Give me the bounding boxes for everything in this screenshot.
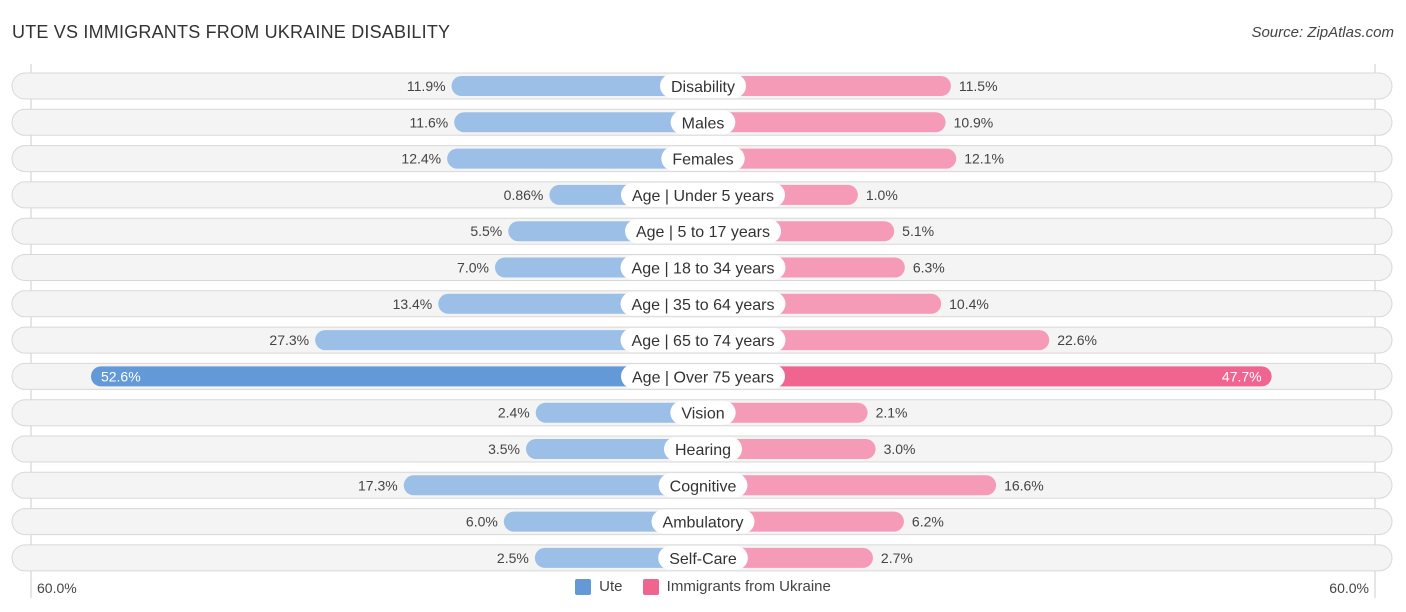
category-label: Males bbox=[682, 115, 725, 132]
category-label: Disability bbox=[671, 79, 735, 96]
legend-swatch-ute bbox=[575, 578, 592, 595]
value-label-immigrants-ukraine: 47.7% bbox=[1222, 368, 1262, 384]
legend-label-ute: Ute bbox=[599, 578, 623, 595]
value-label-immigrants-ukraine: 10.9% bbox=[954, 114, 994, 130]
value-label-ute: 2.4% bbox=[498, 405, 530, 421]
legend-item-ute[interactable]: Ute bbox=[575, 578, 622, 595]
value-label-ute: 7.0% bbox=[457, 260, 489, 276]
value-label-immigrants-ukraine: 12.1% bbox=[964, 151, 1004, 167]
category-label: Age | 18 to 34 years bbox=[632, 261, 775, 278]
bar-ute[interactable] bbox=[403, 475, 703, 496]
value-label-ute: 52.6% bbox=[101, 368, 141, 384]
value-label-ute: 12.4% bbox=[401, 151, 441, 167]
bar-immigrants-ukraine[interactable] bbox=[703, 366, 1272, 387]
value-label-immigrants-ukraine: 2.1% bbox=[876, 405, 908, 421]
legend-swatch-ukraine bbox=[642, 578, 659, 595]
category-label: Hearing bbox=[675, 442, 731, 459]
value-label-immigrants-ukraine: 6.3% bbox=[913, 260, 945, 276]
value-label-ute: 27.3% bbox=[269, 332, 309, 348]
value-label-ute: 0.86% bbox=[504, 187, 544, 203]
value-label-ute: 2.5% bbox=[497, 550, 529, 566]
value-label-immigrants-ukraine: 1.0% bbox=[866, 187, 898, 203]
category-label: Age | 5 to 17 years bbox=[636, 224, 770, 241]
value-label-immigrants-ukraine: 2.7% bbox=[881, 550, 913, 566]
category-label: Females bbox=[672, 152, 733, 169]
value-label-immigrants-ukraine: 16.6% bbox=[1004, 477, 1044, 493]
value-label-immigrants-ukraine: 5.1% bbox=[902, 223, 934, 239]
value-label-immigrants-ukraine: 22.6% bbox=[1057, 332, 1097, 348]
bar-ute[interactable] bbox=[454, 112, 703, 133]
value-label-ute: 13.4% bbox=[393, 296, 433, 312]
legend: Ute Immigrants from Ukraine bbox=[0, 578, 1406, 599]
category-label: Age | 65 to 74 years bbox=[632, 333, 775, 350]
legend-item-ukraine[interactable]: Immigrants from Ukraine bbox=[642, 578, 831, 595]
category-label: Age | 35 to 64 years bbox=[632, 297, 775, 314]
value-label-immigrants-ukraine: 6.2% bbox=[912, 514, 944, 530]
value-label-immigrants-ukraine: 3.0% bbox=[884, 441, 916, 457]
value-label-immigrants-ukraine: 10.4% bbox=[949, 296, 989, 312]
value-label-ute: 5.5% bbox=[470, 223, 502, 239]
category-label: Self-Care bbox=[669, 551, 737, 568]
bar-immigrants-ukraine[interactable] bbox=[703, 112, 946, 133]
category-label: Ambulatory bbox=[663, 515, 744, 532]
value-label-ute: 17.3% bbox=[358, 477, 398, 493]
value-label-ute: 3.5% bbox=[488, 441, 520, 457]
category-label: Age | Over 75 years bbox=[632, 369, 774, 386]
legend-label-ukraine: Immigrants from Ukraine bbox=[666, 578, 831, 595]
bar-ute[interactable] bbox=[90, 366, 704, 387]
diverging-bar-chart: 11.9% 11.5% Disability 11.6% 10.9% Males 12.4%… bbox=[11, 64, 1393, 598]
category-label: Vision bbox=[681, 406, 724, 423]
value-label-ute: 11.9% bbox=[407, 78, 446, 94]
value-label-immigrants-ukraine: 11.5% bbox=[959, 78, 998, 94]
value-label-ute: 6.0% bbox=[466, 514, 498, 530]
value-label-ute: 11.6% bbox=[410, 114, 449, 130]
category-label: Age | Under 5 years bbox=[632, 188, 774, 205]
category-label: Cognitive bbox=[670, 478, 737, 495]
